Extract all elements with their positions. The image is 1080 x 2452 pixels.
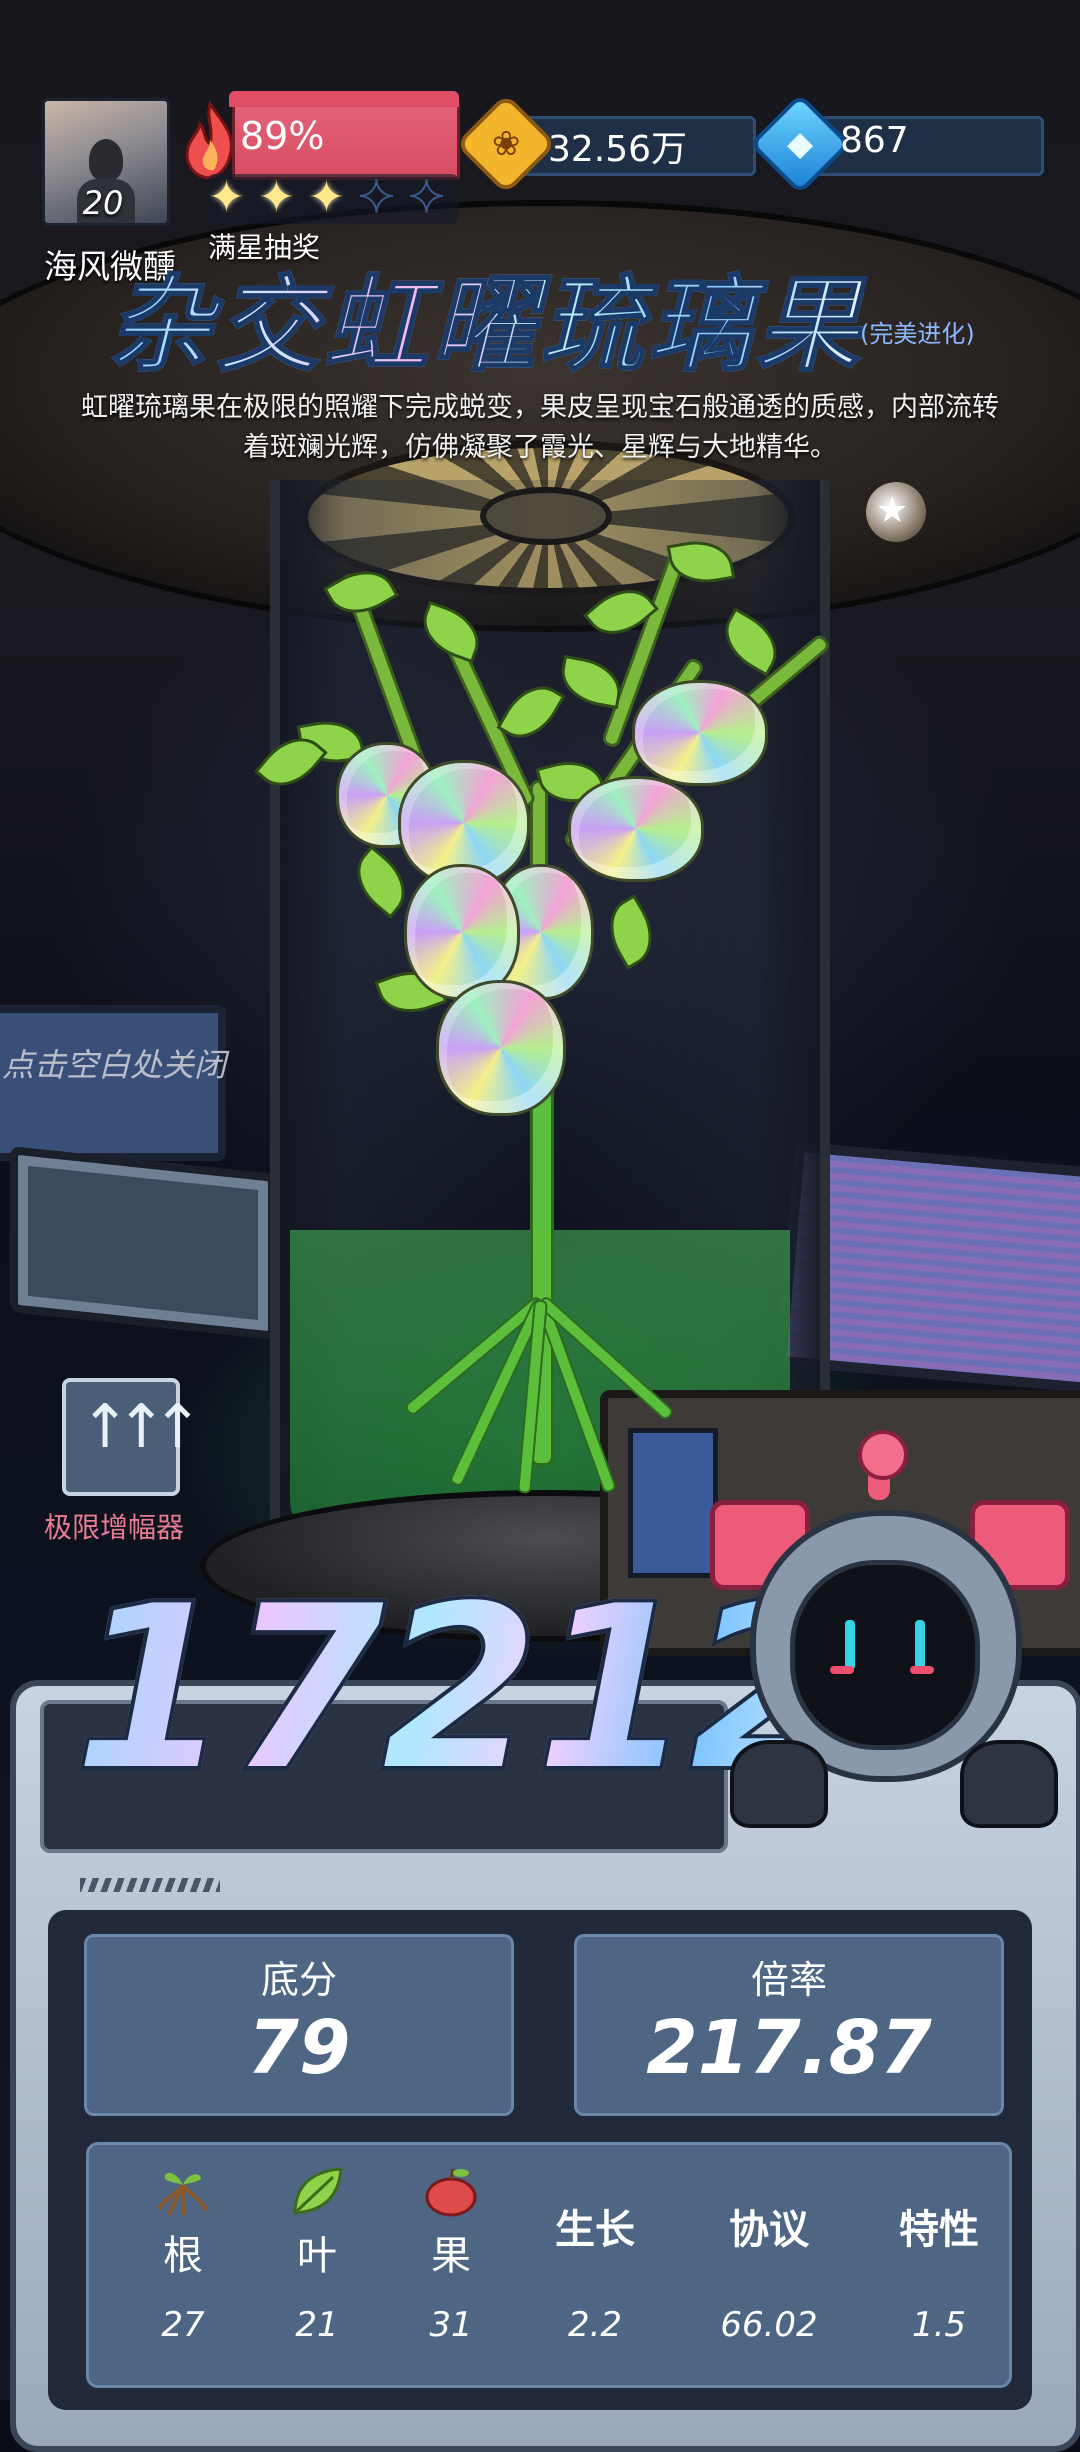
star-icon: ✦ xyxy=(208,172,245,223)
attribute-value: 2.2 xyxy=(567,2305,623,2345)
root-icon xyxy=(153,2165,213,2217)
attribute-name: 根 xyxy=(163,2233,203,2279)
attribute-name: 叶 xyxy=(297,2233,337,2279)
attribute-value: 21 xyxy=(295,2305,339,2345)
star-icon: ✦ xyxy=(357,172,396,223)
attribute-fruit: 果 31 xyxy=(391,2145,511,2385)
multiplier-box: 倍率 217.87 xyxy=(574,1934,1004,2116)
star-rating[interactable]: ✦ ✦ ✦ ✦ ✦ xyxy=(208,174,458,224)
amplifier-label: 极限增幅器 xyxy=(44,1511,185,1544)
coin-amount: 32.56万 xyxy=(548,129,688,170)
attribute-name: 特性 xyxy=(899,2207,979,2253)
attribute-name: 生长 xyxy=(555,2207,635,2253)
attribute-trait: 特性 1.5 xyxy=(879,2145,999,2385)
fruit xyxy=(632,680,768,786)
attribute-value: 66.02 xyxy=(720,2305,818,2345)
attribute-value: 31 xyxy=(429,2305,473,2345)
star-orb-icon[interactable]: ★ xyxy=(866,482,926,542)
attribute-leaf: 叶 21 xyxy=(257,2145,377,2385)
multiplier-value: 217.87 xyxy=(646,2005,932,2091)
apple-icon xyxy=(421,2165,481,2217)
evolution-tag: (完美进化) xyxy=(860,320,975,348)
fruit xyxy=(568,776,704,882)
heat-percent: 89% xyxy=(240,114,325,158)
item-title: 杂交虹曜琉璃果 xyxy=(107,240,864,391)
left-console xyxy=(10,1146,276,1340)
attribute-growth: 生长 2.2 xyxy=(535,2145,655,2385)
amplifier-button[interactable]: ↑↑↑ xyxy=(62,1378,203,1496)
panel-stripes xyxy=(80,1878,220,1892)
star-icon: ✦ xyxy=(258,172,295,223)
attribute-name: 协议 xyxy=(729,2207,809,2253)
flame-icon xyxy=(185,100,233,180)
item-description: 虹曜琉璃果在极限的照耀下完成蜕变，果皮呈现宝石般通透的质感，内部流转着斑斓光辉，… xyxy=(81,392,999,463)
base-score-label: 底分 xyxy=(260,1958,337,2002)
attribute-table: 根 27 叶 21 果 31 生长 2.2 协议 66.02 特性 1.5 xyxy=(86,2142,1012,2388)
arrows-up-icon: ↑↑↑ xyxy=(80,1392,203,1462)
attribute-root: 根 27 xyxy=(123,2145,243,2385)
attribute-value: 27 xyxy=(161,2305,205,2345)
base-score-box: 底分 79 xyxy=(84,1934,514,2116)
attribute-name: 果 xyxy=(431,2233,471,2279)
attribute-value: 1.5 xyxy=(911,2305,967,2345)
fruit xyxy=(436,980,566,1116)
attribute-protocol: 协议 66.02 xyxy=(709,2145,829,2385)
close-hint: 点击空白处关闭 xyxy=(2,1046,227,1084)
multiplier-label: 倍率 xyxy=(750,1958,827,2002)
robot-mascot xyxy=(690,1430,1080,1880)
gem-amount: 867 xyxy=(840,120,909,161)
base-score-value: 79 xyxy=(247,2005,351,2091)
star-icon: ✦ xyxy=(308,172,345,223)
star-icon: ✦ xyxy=(407,172,446,223)
leaf-icon xyxy=(287,2165,347,2217)
player-level: 20 xyxy=(82,184,124,222)
